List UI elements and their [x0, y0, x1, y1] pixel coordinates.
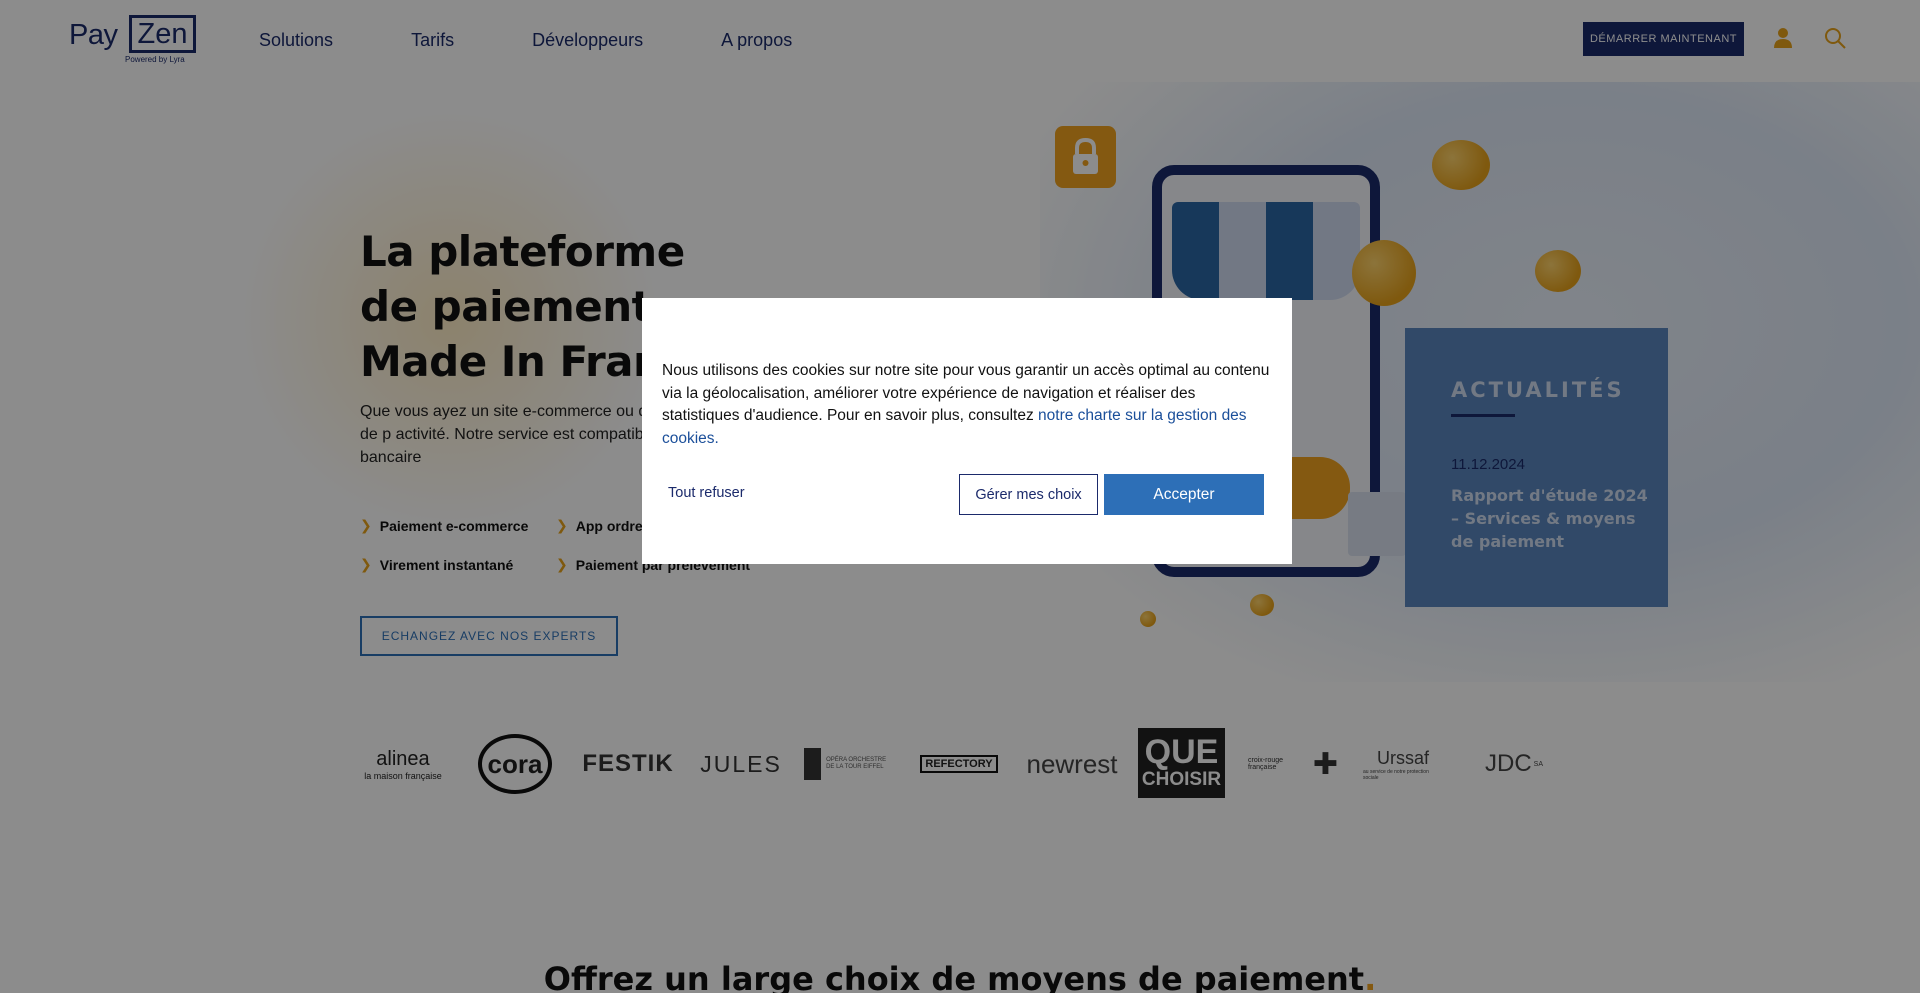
manage-choices-button[interactable]: Gérer mes choix — [959, 474, 1098, 515]
cookie-consent-text: Nous utilisons des cookies sur notre sit… — [662, 360, 1274, 450]
cookie-consent-modal: Nous utilisons des cookies sur notre sit… — [642, 298, 1292, 564]
accept-button[interactable]: Accepter — [1104, 474, 1264, 515]
refuse-all-button[interactable]: Tout refuser — [668, 485, 745, 501]
